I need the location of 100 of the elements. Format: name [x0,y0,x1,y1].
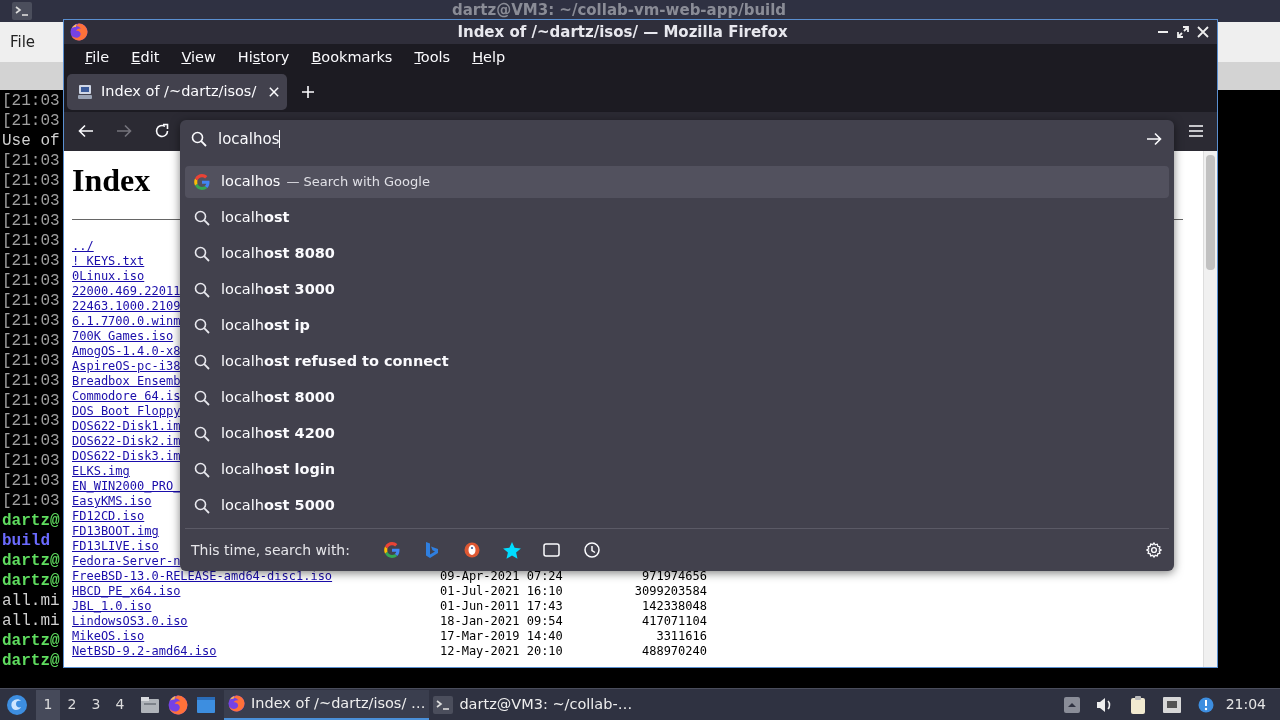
menu-item[interactable]: Help [461,47,517,70]
bing-icon[interactable] [424,541,439,559]
terminal-line: dartz@ [2,551,60,571]
tray-expand-icon[interactable] [1063,696,1080,713]
terminal-line: all.mi [2,611,60,631]
suggestion-item[interactable]: localhost ip [185,310,1169,342]
suggestion-item[interactable]: localhost 8000 [185,382,1169,414]
workspace-button[interactable]: 1 [36,689,60,720]
suggestion-item[interactable]: localhost 5000 [185,490,1169,522]
search-icon [194,354,210,370]
search-with-label: This time, search with: [191,540,350,560]
search-icon [191,131,207,147]
clock-text: 21:04 [1225,695,1266,714]
star-icon[interactable] [502,541,521,559]
menu-item[interactable]: Tools [403,47,462,70]
terminal-line: dartz@ [2,511,60,531]
file-date: 01-Jul-2021 16:10 [440,584,564,599]
file-date: 01-Jun-2011 17:43 [440,599,564,614]
menu-item[interactable]: Edit [120,47,171,70]
file-link[interactable]: HBCD_PE_x64.iso [72,584,440,599]
taskbar-task[interactable]: dartz@VM3: ~/collab-… [429,689,637,720]
terminal-line: all.mi [2,591,60,611]
terminal-line: [21:03 [2,491,60,511]
notification-icon[interactable] [1197,696,1214,713]
terminal-line: [21:03 [2,391,60,411]
menu-item[interactable]: History [226,47,301,70]
taskbar-task[interactable]: Index of /~dartz/isos/ … [224,689,430,720]
scrollbar-thumb[interactable] [1206,155,1215,270]
window-title: dartz@VM3: ~/collab-vm-web-app/build [452,3,787,17]
new-tab-icon[interactable] [301,85,315,100]
terminal-icon[interactable] [12,2,32,20]
file-link[interactable]: LindowsOS3.0.iso [72,614,440,629]
workspace-button[interactable]: 3 [84,689,108,720]
terminal-line: [21:03 [2,151,60,171]
file-date: 17-Mar-2019 14:40 [440,629,564,644]
window-icon[interactable] [196,695,216,714]
clipboard-icon[interactable] [1129,694,1146,715]
firefox-icon[interactable] [168,694,188,715]
address-text: localhos [218,128,280,150]
file-date: 18-Jan-2021 09:54 [440,614,564,629]
terminal-line: dartz@ [2,631,60,651]
search-icon [194,210,210,226]
google-icon[interactable] [383,542,400,558]
page-heading: Index [72,161,151,199]
file-link[interactable]: FreeBSD-13.0-RELEASE-amd64-disc1.iso [72,569,440,584]
terminal-line: [21:03 [2,411,60,431]
firefox-icon [228,695,245,712]
forward-icon [116,124,132,139]
search-icon [194,498,210,514]
menu-item[interactable]: View [170,47,227,70]
file-date: 09-Apr-2021 07:24 [440,569,564,584]
maximize-icon[interactable] [1177,26,1189,39]
close-icon[interactable] [1197,26,1209,39]
suggestion-item[interactable]: localhost 8080 [185,238,1169,270]
terminal-line: [21:03 [2,471,60,491]
tab-icon[interactable] [543,543,561,557]
browser-tab[interactable]: Index of /~dartz/isos/ [67,74,287,111]
file-size: 417071104 [640,614,707,629]
terminal-line: [21:03 [2,211,60,231]
file-date: 12-May-2021 20:10 [440,644,564,659]
folder-icon[interactable] [140,695,160,714]
scrollbar[interactable] [1203,151,1217,667]
google-icon [194,174,210,190]
suggestion-item[interactable]: localhost refused to connect [185,346,1169,378]
suggestion-item[interactable]: localhost 4200 [185,418,1169,450]
terminal-line: [21:03 [2,451,60,471]
suggestion-item[interactable]: localhost login [185,454,1169,486]
start-menu-icon[interactable] [6,693,28,716]
suggestion-item[interactable]: localhost [185,202,1169,234]
menu-icon[interactable] [1189,125,1203,138]
file-size: 3099203584 [633,584,707,599]
menu-item[interactable]: File [74,47,121,70]
suggestion-item[interactable]: localhos — Search with Google [185,166,1169,198]
back-icon[interactable] [78,124,94,139]
text-cursor [279,130,281,148]
file-size: 971974656 [640,569,707,584]
terminal-line: dartz@ [2,571,60,591]
terminal-line: [21:03 [2,431,60,451]
network-icon[interactable] [1161,695,1182,714]
clock-icon[interactable] [583,542,600,558]
file-link[interactable]: JBL_1.0.iso [72,599,440,614]
reload-icon[interactable] [154,123,170,140]
menu-item[interactable]: Bookmarks [300,47,404,70]
workspace-button[interactable]: 2 [60,689,84,720]
search-icon [194,426,210,442]
menu-item[interactable]: File [10,30,36,54]
terminal-line: [21:03 [2,231,60,251]
search-icon [194,462,210,478]
file-link[interactable]: NetBSD-9.2-amd64.iso [72,644,440,659]
settings-icon[interactable] [1146,542,1162,558]
terminal-line: [21:03 [2,111,60,131]
terminal-line: [21:03 [2,171,60,191]
file-link[interactable]: MikeOS.iso [72,629,440,644]
go-arrow-icon[interactable] [1146,132,1162,146]
suggestion-item[interactable]: localhost 3000 [185,274,1169,306]
terminal-line: Use of [2,131,60,151]
terminal-line: build [2,531,50,551]
workspace-button[interactable]: 4 [108,689,132,720]
address-bar[interactable]: localhos [180,120,1174,158]
tab-close-icon[interactable] [269,87,279,98]
